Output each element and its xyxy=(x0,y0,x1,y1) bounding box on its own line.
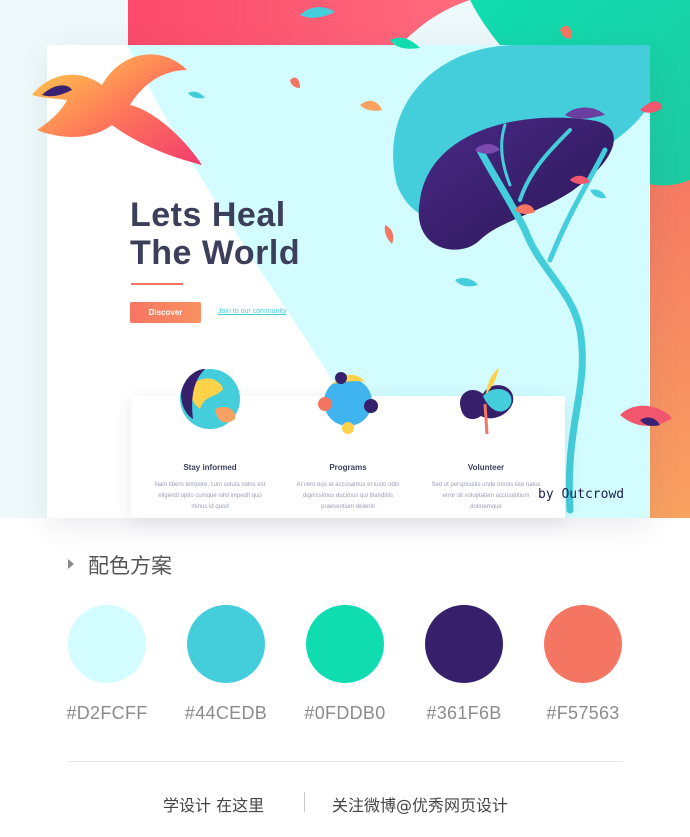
join-community-link[interactable]: Join to our community xyxy=(218,308,286,315)
color-hex-label: #D2FCFF xyxy=(66,703,148,723)
hero-divider xyxy=(131,283,183,285)
color-hex-label: #F57563 xyxy=(546,703,620,723)
hero-title-line-1: Lets Heal xyxy=(130,196,286,234)
footer-divider xyxy=(68,761,623,762)
feature-title: Volunteer xyxy=(467,463,505,472)
color-swatch xyxy=(187,605,265,683)
heart-plant-icon xyxy=(460,368,514,434)
color-hex-label: #0FDDB0 xyxy=(304,703,386,723)
color-swatch xyxy=(544,605,622,683)
footer-follow: 关注微博@优秀网页设计 xyxy=(332,796,509,815)
feature-description: Nam libero tempore, cum soluta nobis est… xyxy=(154,482,266,510)
features-card: Stay informed Nam libero tempore, cum so… xyxy=(131,368,565,518)
color-hex-label: #361F6B xyxy=(426,703,502,723)
globe-icon xyxy=(180,369,240,429)
discover-button[interactable]: Discover xyxy=(130,302,201,323)
color-swatch xyxy=(306,605,384,683)
color-swatch xyxy=(68,605,146,683)
color-hex-label: #44CEDB xyxy=(184,703,268,723)
orb-icon xyxy=(318,372,378,434)
feature-description: At vero eos et accusamus et iusto odio d… xyxy=(296,482,400,510)
color-swatch xyxy=(425,605,503,683)
hero-headline: Lets Heal The World xyxy=(130,196,430,272)
feature-title: Programs xyxy=(329,463,367,472)
credit-text: by Outcrowd xyxy=(538,487,625,502)
footer-separator xyxy=(304,792,305,812)
caret-right-icon xyxy=(68,559,74,569)
feature-description: Sed ut perspiciatis unde omnis iste natu… xyxy=(431,482,541,510)
hero-title-line-2: The World xyxy=(130,234,301,272)
footer-slogan: 学设计 在这里 xyxy=(163,796,265,815)
palette-title: 配色方案 xyxy=(88,554,172,578)
feature-title: Stay informed xyxy=(183,463,237,472)
